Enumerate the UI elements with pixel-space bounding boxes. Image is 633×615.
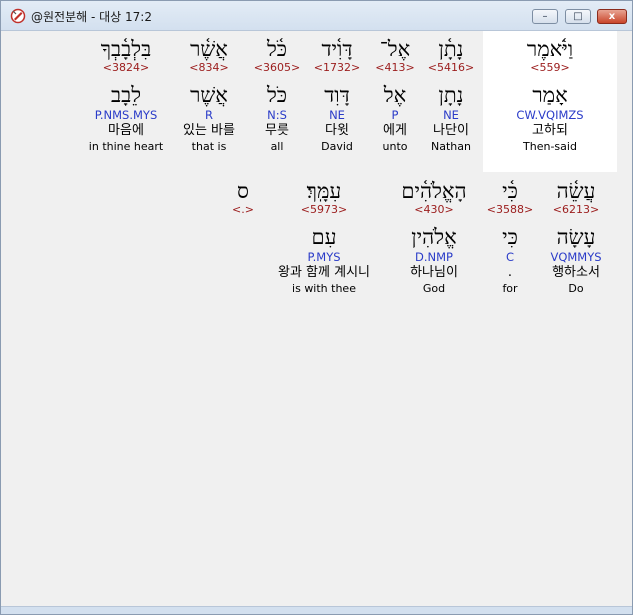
strong-number: <3824> bbox=[102, 61, 150, 74]
korean-gloss: . bbox=[507, 265, 513, 280]
strong-number: <3588> bbox=[486, 203, 534, 216]
word-card[interactable]: עִמָּֽךְ׃ <5973> עִם P.MYS 왕과 함께 계시니 is … bbox=[278, 179, 370, 296]
app-window: @원전분해 - 대상 17:2 – □ x וַיֹּ֫אמֶר <559> א… bbox=[0, 0, 633, 615]
english-gloss: for bbox=[502, 282, 518, 295]
parsing-code: CW.VQIMZS bbox=[516, 108, 584, 122]
korean-gloss: 마음에 bbox=[108, 123, 144, 138]
minimize-button[interactable]: – bbox=[532, 9, 558, 24]
hebrew-word: עֲשֵׂ֫ה bbox=[556, 179, 596, 203]
english-gloss: David bbox=[321, 140, 353, 153]
korean-gloss: 에게 bbox=[383, 123, 407, 138]
lemma: כֹּל bbox=[266, 83, 288, 107]
close-button[interactable]: x bbox=[597, 9, 627, 24]
english-gloss: unto bbox=[382, 140, 408, 153]
hebrew-word: עִמָּֽךְ׃ bbox=[306, 179, 342, 203]
word-card[interactable]: אֶל־ <413> אֶל P 에게 unto bbox=[375, 37, 414, 154]
hebrew-word: בִּלְבָ֫בְךָ bbox=[100, 37, 152, 61]
korean-gloss: 있는 바를 bbox=[183, 123, 235, 138]
strong-number: <413> bbox=[375, 61, 415, 74]
parsing-code: NE bbox=[443, 108, 459, 122]
english-gloss: God bbox=[422, 282, 446, 295]
word-card[interactable]: נָתָ֫ן <5416> נָתָן NE 나단이 Nathan bbox=[428, 37, 474, 154]
parsing-code: D.NMP bbox=[415, 250, 453, 264]
english-gloss: Nathan bbox=[431, 140, 471, 153]
hebrew-word: אֲשֶׁ֫ר bbox=[190, 37, 228, 61]
english-gloss: is with thee bbox=[292, 282, 356, 295]
korean-gloss: 무릇 bbox=[265, 123, 289, 138]
word-card[interactable]: עֲשֵׂ֫ה <6213> עָשָׂה VQMMYS 행하소서 Do bbox=[550, 179, 601, 296]
strong-number: <6213> bbox=[552, 203, 600, 216]
strong-number: <1732> bbox=[313, 61, 361, 74]
lemma: עִם bbox=[311, 225, 337, 249]
lemma: אֶל bbox=[383, 83, 407, 107]
hebrew-word: דָּוִ֫יד bbox=[321, 37, 353, 61]
window-bottom-border bbox=[1, 606, 632, 614]
strong-number: <559> bbox=[530, 61, 570, 74]
english-gloss: all bbox=[270, 140, 284, 153]
english-gloss: Then-said bbox=[523, 140, 577, 153]
hebrew-word: אֶל־ bbox=[379, 37, 411, 61]
interlinear-view: וַיֹּ֫אמֶר <559> אָמַר CW.VQIMZS 고하되 The… bbox=[9, 31, 625, 608]
window-title: @원전분해 - 대상 17:2 bbox=[31, 10, 152, 24]
lemma: עָשָׂה bbox=[556, 225, 596, 249]
lemma: אֲשֶׁר bbox=[190, 83, 228, 107]
hebrew-word: וַיֹּ֫אמֶר bbox=[526, 37, 574, 61]
strong-number: <5973> bbox=[300, 203, 348, 216]
korean-gloss: 행하소서 bbox=[552, 265, 600, 280]
parsing-code: N:S bbox=[267, 108, 287, 122]
hebrew-word: כֹּ֫ל bbox=[266, 37, 288, 61]
korean-gloss: 다윗 bbox=[325, 123, 349, 138]
hebrew-word: כִּ֫י bbox=[502, 179, 518, 203]
word-card[interactable]: כֹּ֫ל <3605> כֹּל N:S 무릇 all bbox=[254, 37, 300, 154]
word-card[interactable]: ס <.> bbox=[232, 179, 254, 217]
parsing-code: R bbox=[204, 108, 213, 122]
title-bar[interactable]: @원전분해 - 대상 17:2 – □ x bbox=[1, 1, 632, 31]
english-gloss: in thine heart bbox=[88, 140, 164, 153]
korean-gloss: 왕과 함께 계시니 bbox=[278, 265, 370, 280]
parsing-code: P.MYS bbox=[307, 250, 341, 264]
korean-gloss: 나단이 bbox=[433, 123, 469, 138]
parsing-code: C bbox=[505, 250, 515, 264]
hebrew-word: הָאֱלֹהִ֫ים bbox=[401, 179, 467, 203]
lemma: אֱלֹהִין bbox=[411, 225, 457, 249]
parsing-code: P bbox=[391, 108, 399, 122]
english-gloss: that is bbox=[191, 140, 227, 153]
word-card[interactable]: כִּ֫י <3588> כִּי C . for bbox=[487, 179, 533, 296]
lemma: נָתָן bbox=[438, 83, 464, 107]
lemma: לֵבָב bbox=[110, 83, 142, 107]
hebrew-word: נָתָ֫ן bbox=[438, 37, 464, 61]
word-card[interactable]: בִּלְבָ֫בְךָ <3824> לֵבָב P.NMS.MYS 마음에 … bbox=[89, 37, 163, 154]
english-gloss: Do bbox=[568, 282, 584, 295]
maximize-button[interactable]: □ bbox=[565, 9, 591, 24]
word-card[interactable]: דָּוִ֫יד <1732> דָּוִד NE 다윗 David bbox=[314, 37, 360, 154]
korean-gloss: 하나님이 bbox=[410, 265, 458, 280]
hebrew-word: ס bbox=[237, 179, 249, 203]
parsing-code: VQMMYS bbox=[550, 250, 602, 264]
strong-number: <.> bbox=[232, 203, 254, 216]
lemma: דָּוִד bbox=[324, 83, 350, 107]
app-icon bbox=[10, 8, 26, 24]
parsing-code: P.NMS.MYS bbox=[94, 108, 158, 122]
strong-number: <5416> bbox=[427, 61, 475, 74]
korean-gloss: 고하되 bbox=[532, 123, 568, 138]
lemma: אָמַר bbox=[532, 83, 568, 107]
strong-number: <834> bbox=[189, 61, 229, 74]
strong-number: <430> bbox=[414, 203, 454, 216]
word-card[interactable]: הָאֱלֹהִ֫ים <430> אֱלֹהִין D.NMP 하나님이 Go… bbox=[401, 179, 466, 296]
strong-number: <3605> bbox=[253, 61, 301, 74]
word-card[interactable]: אֲשֶׁ֫ר <834> אֲשֶׁר R 있는 바를 that is bbox=[183, 37, 235, 154]
lemma: כִּי bbox=[502, 225, 518, 249]
parsing-code: NE bbox=[329, 108, 345, 122]
word-card[interactable]: וַיֹּ֫אמֶר <559> אָמַר CW.VQIMZS 고하되 The… bbox=[516, 37, 583, 154]
